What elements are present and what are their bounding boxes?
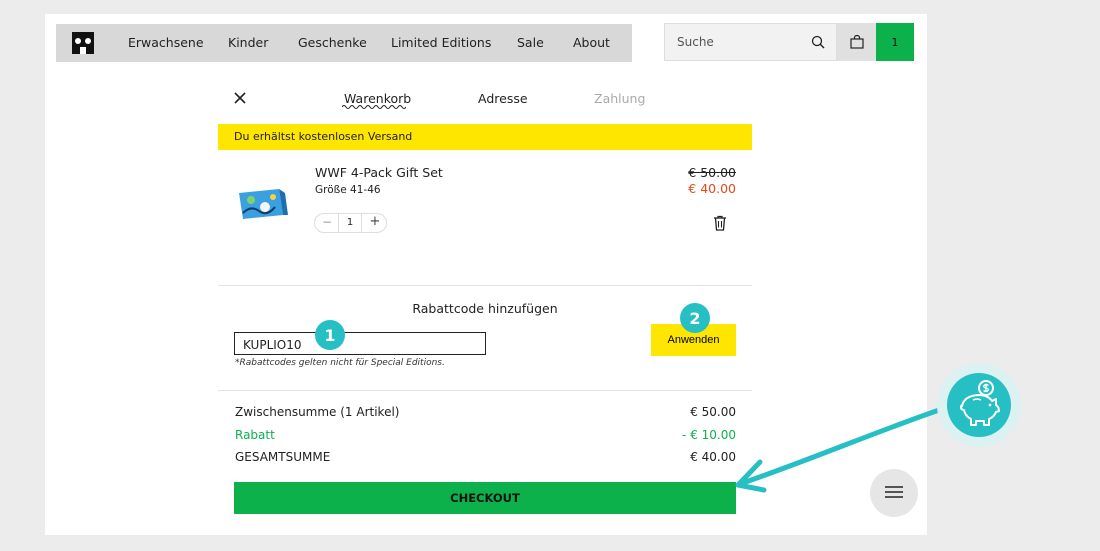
- section-divider: [218, 390, 752, 391]
- trash-icon[interactable]: [713, 215, 727, 231]
- product-sale-price: € 40.00: [688, 181, 736, 196]
- active-step-underline: [342, 105, 406, 109]
- discount-label: Rabatt: [235, 428, 275, 442]
- close-icon[interactable]: [233, 91, 247, 105]
- total-label: GESAMTSUMME: [235, 450, 331, 464]
- piggy-bank-badge: [947, 373, 1011, 437]
- nav-item-erwachsene[interactable]: Erwachsene: [128, 35, 204, 50]
- coupon-code-input[interactable]: KUPLIO10: [234, 332, 486, 355]
- coupon-note: *Rabattcodes gelten nicht für Special Ed…: [235, 358, 445, 368]
- nav-item-kinder[interactable]: Kinder: [228, 35, 268, 50]
- annotation-arrow: [735, 405, 948, 493]
- piggy-bank-icon: [960, 380, 1000, 426]
- product-size: Größe 41-46: [315, 184, 381, 196]
- nav-item-geschenke[interactable]: Geschenke: [298, 35, 367, 50]
- subtotal-label: Zwischensumme (1 Artikel): [235, 405, 400, 419]
- nav-item-limited-editions[interactable]: Limited Editions: [391, 35, 491, 50]
- quantity-increase-button[interactable]: +: [367, 214, 383, 229]
- quantity-decrease-button[interactable]: −: [320, 215, 334, 229]
- nav-item-about[interactable]: About: [573, 35, 610, 50]
- brand-logo-icon[interactable]: [72, 32, 94, 54]
- section-divider: [218, 285, 752, 286]
- coupon-title: Rabattcode hinzufügen: [412, 301, 558, 316]
- nav-item-sale[interactable]: Sale: [517, 35, 544, 50]
- search-icon[interactable]: [811, 35, 825, 49]
- shopping-bag-icon: [850, 35, 864, 49]
- free-shipping-text: Du erhältst kostenlosen Versand: [234, 130, 413, 143]
- step-marker-2: 2: [680, 303, 710, 333]
- step-marker-1: 1: [315, 320, 345, 350]
- product-thumbnail[interactable]: [233, 185, 289, 221]
- step-adresse[interactable]: Adresse: [478, 91, 528, 106]
- product-old-price: € 50.00: [688, 165, 736, 180]
- checkout-button[interactable]: CHECKOUT: [234, 482, 736, 514]
- quantity-value[interactable]: 1: [338, 213, 362, 233]
- product-name[interactable]: WWF 4-Pack Gift Set: [315, 165, 443, 180]
- step-zahlung: Zahlung: [594, 91, 646, 106]
- cart-button[interactable]: [837, 23, 876, 61]
- free-shipping-banner: Du erhältst kostenlosen Versand: [218, 124, 752, 150]
- search-placeholder: Suche: [677, 35, 714, 49]
- cart-count-badge[interactable]: 1: [876, 23, 914, 61]
